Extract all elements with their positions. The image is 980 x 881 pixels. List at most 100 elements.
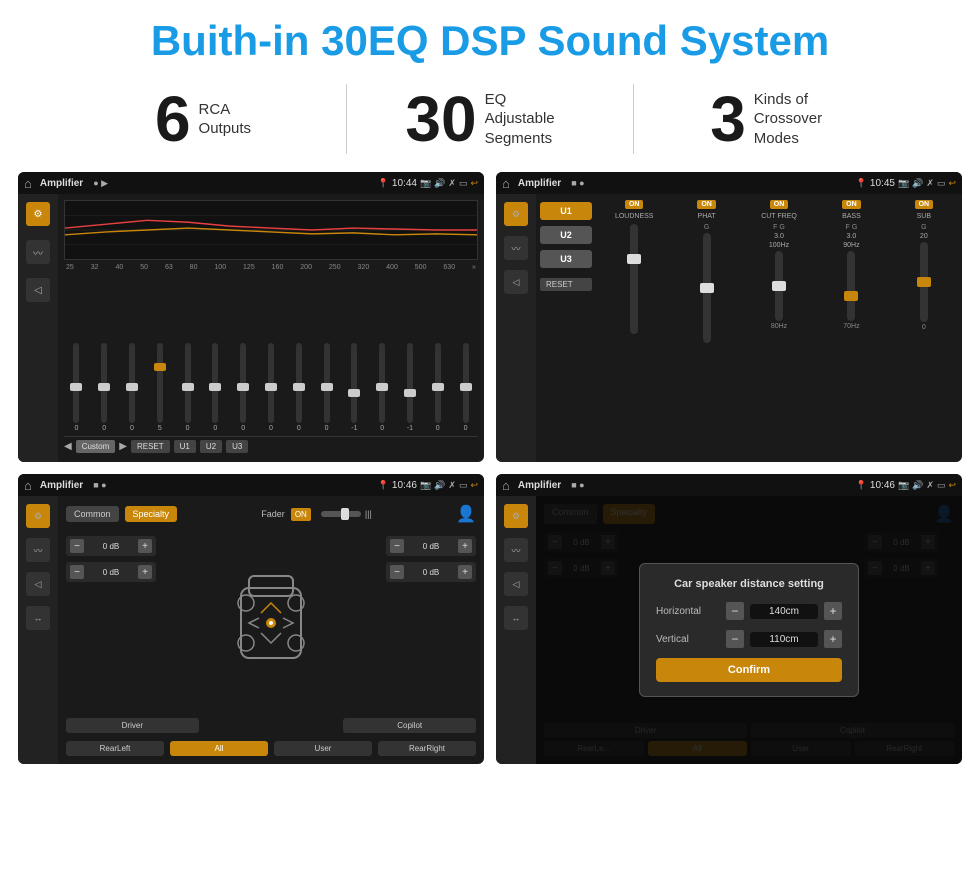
common-wave-icon[interactable]: 〰 bbox=[26, 538, 50, 562]
eq-play-icon[interactable]: ▶ bbox=[119, 441, 127, 452]
amp-thumb-bass[interactable] bbox=[844, 291, 858, 301]
eq-btn-u2[interactable]: U2 bbox=[200, 440, 222, 453]
eq-prev-icon[interactable]: ◀ bbox=[64, 441, 72, 452]
eq-btn-reset[interactable]: RESET bbox=[131, 440, 170, 453]
eq-slider-thumb-10[interactable] bbox=[348, 389, 360, 397]
modal-plus-horizontal[interactable]: + bbox=[824, 602, 842, 620]
db-minus-rr[interactable]: − bbox=[390, 565, 404, 579]
fader-on[interactable]: ON bbox=[291, 508, 311, 521]
eq-slider-thumb-8[interactable] bbox=[293, 383, 305, 391]
amp-slider-sub[interactable] bbox=[920, 242, 928, 322]
eq-slider-thumb-9[interactable] bbox=[321, 383, 333, 391]
fader-slider[interactable]: ||| bbox=[321, 509, 372, 519]
eq-slider-track-9[interactable] bbox=[324, 343, 330, 423]
eq-slider-track-0[interactable] bbox=[73, 343, 79, 423]
btn-rearright[interactable]: RearRight bbox=[378, 741, 476, 756]
amp-slider-loudness[interactable] bbox=[630, 224, 638, 334]
db-minus-fr[interactable]: − bbox=[390, 539, 404, 553]
eq-slider-thumb-7[interactable] bbox=[265, 383, 277, 391]
eq-slider-track-4[interactable] bbox=[185, 343, 191, 423]
amp-slider-cutfreq[interactable] bbox=[775, 251, 783, 321]
amp-on-loudness[interactable]: ON bbox=[625, 200, 644, 209]
eq-slider-thumb-6[interactable] bbox=[237, 383, 249, 391]
eq-slider-thumb-12[interactable] bbox=[404, 389, 416, 397]
eq-slider-track-6[interactable] bbox=[240, 343, 246, 423]
amp-ch-u1[interactable]: U1 bbox=[540, 202, 592, 220]
db-plus-fr[interactable]: + bbox=[458, 539, 472, 553]
tab-common[interactable]: Common bbox=[66, 506, 119, 522]
eq-slider-track-2[interactable] bbox=[129, 343, 135, 423]
back-icon-1[interactable]: ↩ bbox=[470, 178, 478, 189]
amp-slider-phat[interactable] bbox=[703, 233, 711, 343]
dialog-vol-icon[interactable]: ◁ bbox=[504, 572, 528, 596]
db-minus-fl[interactable]: − bbox=[70, 539, 84, 553]
amp-on-bass[interactable]: ON bbox=[842, 200, 861, 209]
eq-slider-track-1[interactable] bbox=[101, 343, 107, 423]
eq-slider-track-14[interactable] bbox=[463, 343, 469, 423]
amp-ch-u2[interactable]: U2 bbox=[540, 226, 592, 244]
modal-minus-vertical[interactable]: − bbox=[726, 630, 744, 648]
amp-thumb-loudness[interactable] bbox=[627, 254, 641, 264]
eq-slider-track-11[interactable] bbox=[379, 343, 385, 423]
amp-wave-icon[interactable]: 〰 bbox=[504, 236, 528, 260]
eq-slider-thumb-13[interactable] bbox=[432, 383, 444, 391]
back-icon-2[interactable]: ↩ bbox=[948, 178, 956, 189]
common-lr-icon[interactable]: ↔ bbox=[26, 606, 50, 630]
amp-on-phat[interactable]: ON bbox=[697, 200, 716, 209]
eq-btn-u1[interactable]: U1 bbox=[174, 440, 196, 453]
amp-slider-bass[interactable] bbox=[847, 251, 855, 321]
dialog-filter-icon[interactable]: ⚙ bbox=[504, 504, 528, 528]
home-icon-4[interactable]: ⌂ bbox=[502, 478, 510, 493]
back-icon-3[interactable]: ↩ bbox=[470, 480, 478, 491]
btn-rearleft[interactable]: RearLeft bbox=[66, 741, 164, 756]
eq-filter-icon[interactable]: ⚙ bbox=[26, 202, 50, 226]
amp-on-cutfreq[interactable]: ON bbox=[770, 200, 789, 209]
amp-vol-icon[interactable]: ◁ bbox=[504, 270, 528, 294]
modal-minus-horizontal[interactable]: − bbox=[726, 602, 744, 620]
eq-slider-track-7[interactable] bbox=[268, 343, 274, 423]
btn-driver[interactable]: Driver bbox=[66, 718, 199, 733]
amp-thumb-sub[interactable] bbox=[917, 277, 931, 287]
eq-btn-u3[interactable]: U3 bbox=[226, 440, 248, 453]
amp-reset-btn[interactable]: RESET bbox=[540, 278, 592, 291]
common-vol-icon[interactable]: ◁ bbox=[26, 572, 50, 596]
eq-vol-icon[interactable]: ◁ bbox=[26, 278, 50, 302]
eq-slider-track-5[interactable] bbox=[212, 343, 218, 423]
eq-slider-track-13[interactable] bbox=[435, 343, 441, 423]
db-minus-rl[interactable]: − bbox=[70, 565, 84, 579]
amp-thumb-cutfreq[interactable] bbox=[772, 281, 786, 291]
eq-slider-thumb-0[interactable] bbox=[70, 383, 82, 391]
back-icon-4[interactable]: ↩ bbox=[948, 480, 956, 491]
tab-specialty[interactable]: Specialty bbox=[125, 506, 178, 522]
eq-preset-custom[interactable]: Custom bbox=[76, 440, 116, 453]
confirm-button[interactable]: Confirm bbox=[656, 658, 842, 682]
eq-slider-thumb-4[interactable] bbox=[182, 383, 194, 391]
btn-copilot[interactable]: Copilot bbox=[343, 718, 476, 733]
eq-slider-track-8[interactable] bbox=[296, 343, 302, 423]
amp-thumb-phat[interactable] bbox=[700, 283, 714, 293]
dialog-lr-icon[interactable]: ↔ bbox=[504, 606, 528, 630]
eq-slider-thumb-5[interactable] bbox=[209, 383, 221, 391]
btn-user[interactable]: User bbox=[274, 741, 372, 756]
eq-wave-icon[interactable]: 〰 bbox=[26, 240, 50, 264]
eq-slider-thumb-1[interactable] bbox=[98, 383, 110, 391]
eq-slider-thumb-11[interactable] bbox=[376, 383, 388, 391]
home-icon-1[interactable]: ⌂ bbox=[24, 176, 32, 191]
home-icon-3[interactable]: ⌂ bbox=[24, 478, 32, 493]
home-icon-2[interactable]: ⌂ bbox=[502, 176, 510, 191]
eq-slider-thumb-14[interactable] bbox=[460, 383, 472, 391]
btn-all[interactable]: All bbox=[170, 741, 268, 756]
db-plus-fl[interactable]: + bbox=[138, 539, 152, 553]
dialog-wave-icon[interactable]: 〰 bbox=[504, 538, 528, 562]
eq-slider-track-10[interactable] bbox=[351, 343, 357, 423]
common-filter-icon[interactable]: ⚙ bbox=[26, 504, 50, 528]
eq-slider-thumb-3[interactable] bbox=[154, 363, 166, 371]
modal-plus-vertical[interactable]: + bbox=[824, 630, 842, 648]
db-plus-rl[interactable]: + bbox=[138, 565, 152, 579]
amp-ch-u3[interactable]: U3 bbox=[540, 250, 592, 268]
eq-slider-track-12[interactable] bbox=[407, 343, 413, 423]
amp-filter-icon[interactable]: ⚙ bbox=[504, 202, 528, 226]
amp-on-sub[interactable]: ON bbox=[915, 200, 934, 209]
db-plus-rr[interactable]: + bbox=[458, 565, 472, 579]
eq-slider-track-3[interactable] bbox=[157, 343, 163, 423]
